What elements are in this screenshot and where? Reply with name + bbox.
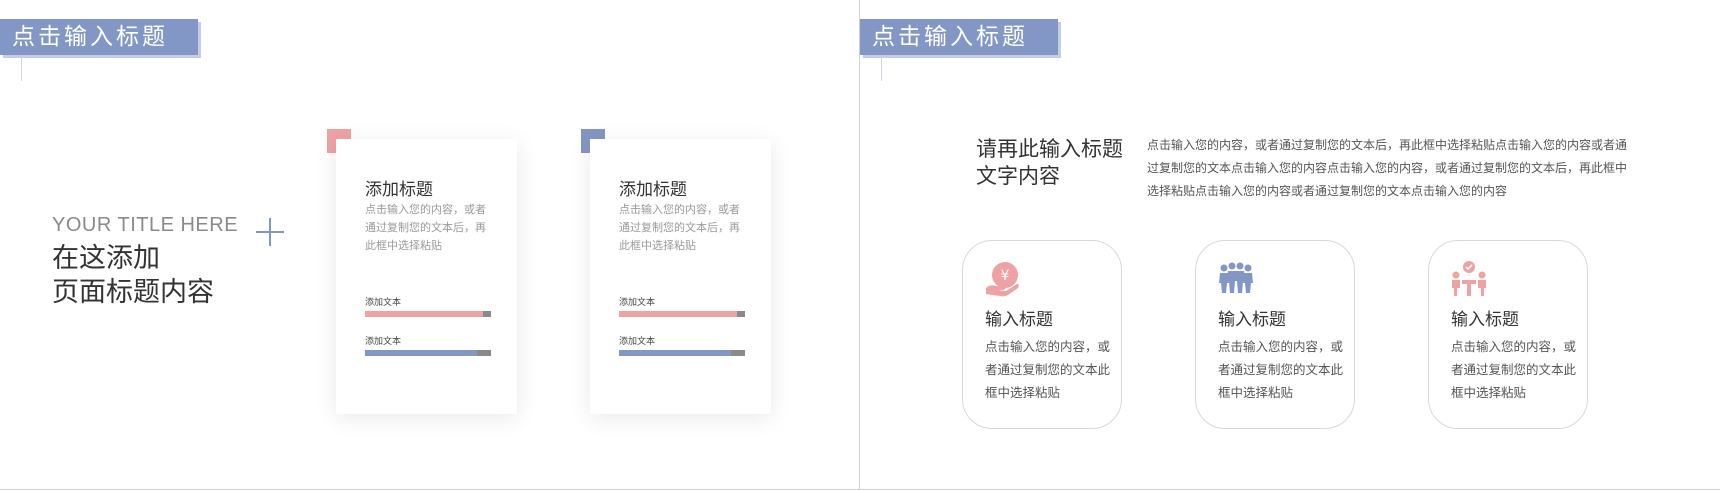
card-title[interactable]: 添加标题 <box>619 175 687 200</box>
card-body[interactable]: 点击输入您的内容，或者通过复制您的文本后，再此框中选择粘贴 <box>365 201 495 255</box>
progress-fill <box>365 350 478 356</box>
content-card[interactable]: 添加标题 点击输入您的内容，或者通过复制您的文本后，再此框中选择粘贴 添加文本 … <box>590 139 771 414</box>
title-decoration-line <box>881 55 882 81</box>
money-hand-icon: ¥ <box>984 260 1022 298</box>
progress-label: 添加文本 <box>619 337 656 347</box>
content-card[interactable]: 添加标题 点击输入您的内容，或者通过复制您的文本后，再此框中选择粘贴 添加文本 … <box>336 139 517 414</box>
svg-text:¥: ¥ <box>1001 268 1010 284</box>
feature-body[interactable]: 点击输入您的内容，或者通过复制您的文本此框中选择粘贴 <box>1218 335 1343 404</box>
feature-title[interactable]: 输入标题 <box>985 305 1053 330</box>
slide-title-bar[interactable]: 点击输入标题 <box>860 19 1058 55</box>
progress-fill <box>619 350 732 356</box>
progress-bar <box>365 311 491 317</box>
slide-title-bar[interactable]: 点击输入标题 <box>0 19 198 55</box>
card-body[interactable]: 点击输入您的内容，或者通过复制您的文本后，再此框中选择粘贴 <box>619 201 749 255</box>
title-decoration-line <box>21 55 22 81</box>
card-title[interactable]: 添加标题 <box>365 175 433 200</box>
feature-card[interactable]: 输入标题 点击输入您的内容，或者通过复制您的文本此框中选择粘贴 <box>1195 240 1355 429</box>
intro-heading[interactable]: 请再此输入标题文字内容 <box>976 136 1126 190</box>
progress-label: 添加文本 <box>365 298 402 308</box>
english-title[interactable]: YOUR TITLE HERE <box>52 214 238 237</box>
plus-icon <box>256 218 284 246</box>
progress-fill <box>619 311 738 317</box>
team-icon <box>1217 260 1255 298</box>
chinese-title-line-2: 页面标题内容 <box>52 277 214 308</box>
feature-card[interactable]: 输入标题 点击输入您的内容，或者通过复制您的文本此框中选择粘贴 <box>1428 240 1588 429</box>
feature-title[interactable]: 输入标题 <box>1451 305 1519 330</box>
intro-body-text[interactable]: 点击输入您的内容，或者通过复制您的文本后，再此框中选择粘贴点击输入您的内容或者通… <box>1147 134 1627 203</box>
slide-right: 点击输入标题 请再此输入标题文字内容 点击输入您的内容，或者通过复制您的文本后，… <box>860 0 1720 490</box>
meeting-icon <box>1450 260 1488 298</box>
progress-bar <box>365 350 491 356</box>
chinese-title-line-1: 在这添加 <box>52 243 160 274</box>
chinese-title[interactable]: 在这添加 页面标题内容 <box>52 242 272 310</box>
slide-left: 点击输入标题 YOUR TITLE HERE 在这添加 页面标题内容 添加标题 … <box>0 0 860 490</box>
feature-title[interactable]: 输入标题 <box>1218 305 1286 330</box>
feature-card[interactable]: ¥ 输入标题 点击输入您的内容，或者通过复制您的文本此框中选择粘贴 <box>962 240 1122 429</box>
progress-bar <box>619 350 745 356</box>
feature-body[interactable]: 点击输入您的内容，或者通过复制您的文本此框中选择粘贴 <box>985 335 1110 404</box>
feature-body[interactable]: 点击输入您的内容，或者通过复制您的文本此框中选择粘贴 <box>1451 335 1576 404</box>
progress-label: 添加文本 <box>365 337 402 347</box>
progress-label: 添加文本 <box>619 298 656 308</box>
progress-fill <box>365 311 484 317</box>
progress-bar <box>619 311 745 317</box>
